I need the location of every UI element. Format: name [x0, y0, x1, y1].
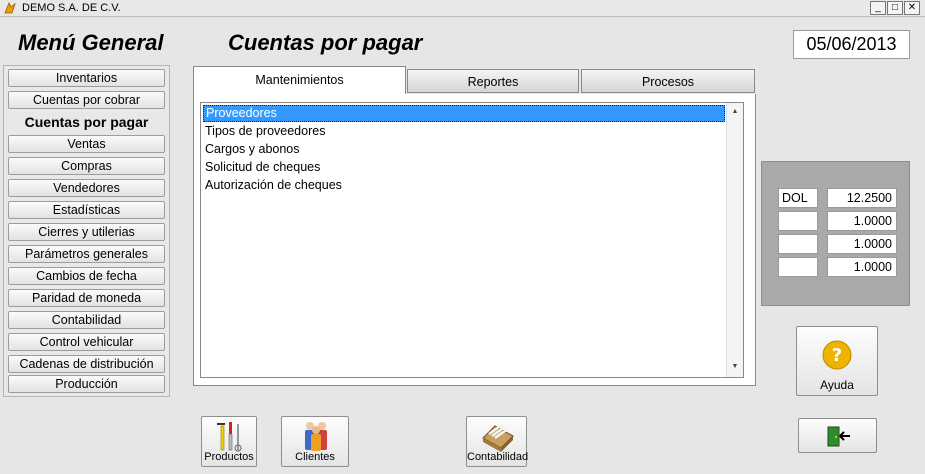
title-bar: DEMO S.A. DE C.V. _ □ ✕	[0, 0, 925, 17]
currency-rate: 1.0000	[827, 257, 897, 277]
page-title: Cuentas por pagar	[228, 30, 423, 55]
accounting-label: Contabilidad	[467, 451, 529, 463]
menu-item-cadenas-de-distribucion[interactable]: Cadenas de distribución	[8, 355, 165, 373]
list-item-cargos-y-abonos[interactable]: Cargos y abonos	[203, 141, 300, 158]
menu-item-estadisticas[interactable]: Estadísticas	[8, 201, 165, 219]
scroll-down-icon[interactable]: ▼	[727, 360, 743, 374]
menu-item-paridad-de-moneda[interactable]: Paridad de moneda	[8, 289, 165, 307]
currency-rate: 12.2500	[827, 188, 897, 208]
menu-item-cuentas-por-pagar[interactable]: Cuentas por pagar	[8, 113, 165, 131]
products-button[interactable]: Productos	[201, 416, 257, 467]
currency-rate: 1.0000	[827, 234, 897, 254]
currency-rate: 1.0000	[827, 211, 897, 231]
exit-door-icon	[827, 426, 850, 447]
people-icon	[305, 422, 327, 451]
list-item-tipos-de-proveedores[interactable]: Tipos de proveedores	[203, 123, 325, 140]
tab-mantenimientos[interactable]: Mantenimientos	[193, 66, 406, 94]
scroll-up-icon[interactable]: ▲	[727, 105, 743, 119]
tab-procesos[interactable]: Procesos	[581, 69, 755, 93]
menu-item-inventarios[interactable]: Inventarios	[8, 69, 165, 87]
maximize-button[interactable]: □	[887, 1, 903, 15]
menu-item-vendedores[interactable]: Vendedores	[8, 179, 165, 197]
menu-title: Menú General	[18, 30, 164, 55]
clients-button[interactable]: Clientes	[281, 416, 349, 467]
menu-item-cuentas-por-cobrar[interactable]: Cuentas por cobrar	[8, 91, 165, 109]
options-list[interactable]: Proveedores Tipos de proveedores Cargos …	[200, 102, 744, 378]
svg-text:?: ?	[832, 345, 842, 366]
currency-code	[778, 211, 818, 231]
menu-item-cierres-y-utilerias[interactable]: Cierres y utilerias	[8, 223, 165, 241]
list-item-solicitud-de-cheques[interactable]: Solicitud de cheques	[203, 159, 320, 176]
app-logo-icon	[4, 2, 16, 14]
list-item-autorizacion-de-cheques[interactable]: Autorización de cheques	[203, 177, 342, 194]
menu-item-compras[interactable]: Compras	[8, 157, 165, 175]
clients-label: Clientes	[295, 451, 335, 463]
tools-icon	[217, 422, 242, 452]
question-icon: ?	[822, 340, 852, 370]
list-scrollbar[interactable]: ▲ ▼	[726, 103, 743, 377]
exit-button[interactable]	[798, 418, 877, 453]
card-file-icon	[482, 422, 514, 452]
minimize-button[interactable]: _	[870, 1, 886, 15]
menu-item-cambios-de-fecha[interactable]: Cambios de fecha	[8, 267, 165, 285]
menu-item-contabilidad[interactable]: Contabilidad	[8, 311, 165, 329]
menu-item-ventas[interactable]: Ventas	[8, 135, 165, 153]
products-label: Productos	[204, 451, 254, 463]
currency-code	[778, 234, 818, 254]
menu-item-parametros-generales[interactable]: Parámetros generales	[8, 245, 165, 263]
date-display: 05/06/2013	[793, 30, 910, 59]
help-button[interactable]: ? Ayuda	[796, 326, 878, 396]
currency-code: DOL	[778, 188, 818, 208]
help-label: Ayuda	[820, 378, 854, 392]
tab-reportes[interactable]: Reportes	[407, 69, 579, 93]
menu-item-produccion[interactable]: Producción	[8, 375, 165, 393]
list-item-proveedores[interactable]: Proveedores	[203, 105, 725, 122]
accounting-button[interactable]: Contabilidad	[466, 416, 529, 467]
menu-item-control-vehicular[interactable]: Control vehicular	[8, 333, 165, 351]
currency-panel: DOL 12.2500 1.0000 1.0000 1.0000	[761, 161, 910, 306]
close-button[interactable]: ✕	[904, 1, 920, 15]
currency-code	[778, 257, 818, 277]
tab-panel: Proveedores Tipos de proveedores Cargos …	[193, 94, 756, 386]
main-menu: Inventarios Cuentas por cobrar Cuentas p…	[3, 65, 170, 397]
window-title: DEMO S.A. DE C.V.	[22, 2, 121, 14]
